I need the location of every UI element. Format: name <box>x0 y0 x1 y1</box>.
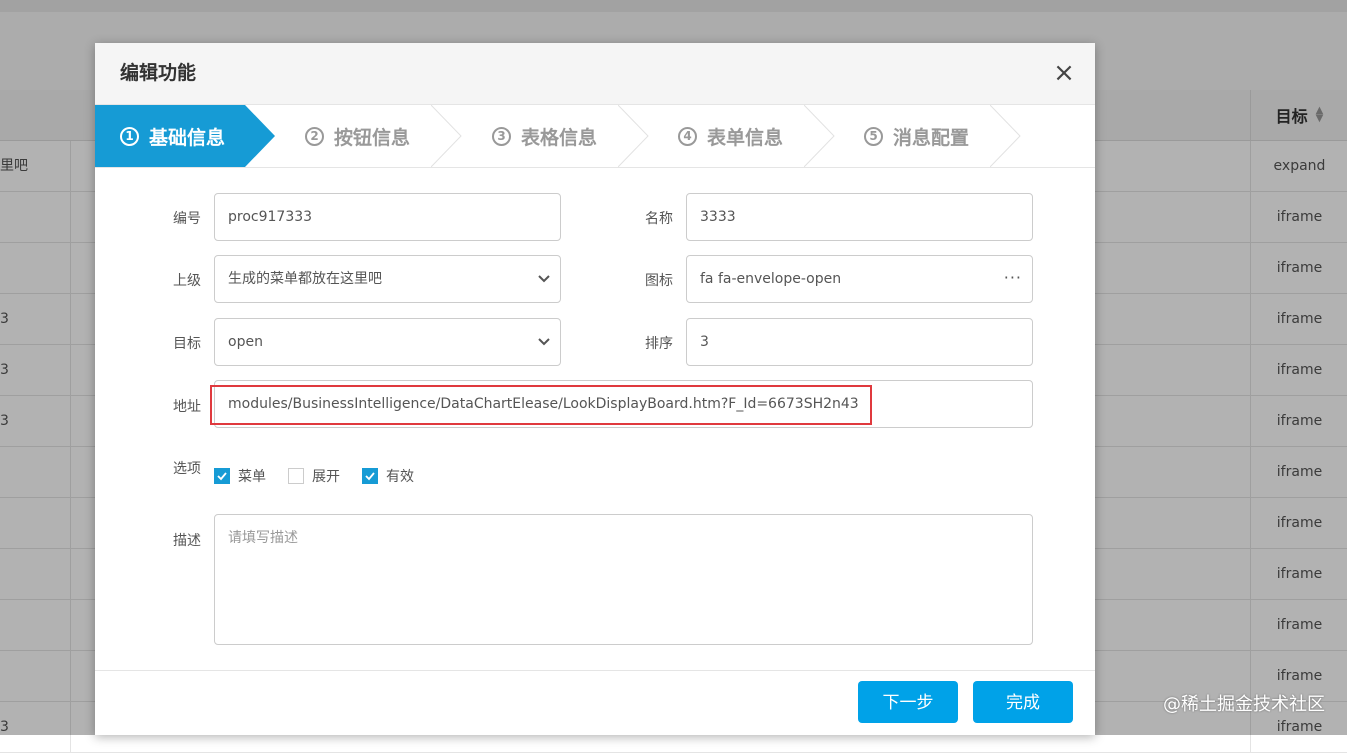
checkbox-label: 有效 <box>386 469 414 485</box>
chevron-down-icon <box>538 275 550 283</box>
parent-label: 上级 <box>173 273 201 289</box>
chevron-divider-icon <box>618 105 649 167</box>
step-label: 表单信息 <box>707 126 784 149</box>
expand-checkbox[interactable]: 展开 <box>288 466 340 486</box>
step-label: 基础信息 <box>149 126 226 149</box>
step-button-info[interactable]: 2 按钮信息 <box>305 105 410 167</box>
step-number-icon: 2 <box>305 126 324 146</box>
close-icon[interactable]: × <box>1050 59 1078 87</box>
step-number-icon: 5 <box>864 126 883 146</box>
name-label: 名称 <box>645 211 673 227</box>
step-number-icon: 1 <box>120 126 139 146</box>
step-label: 按钮信息 <box>334 126 411 149</box>
step-wizard: 1 基础信息 2 按钮信息 3 表格信息 4 表单信息 5 消息配置 <box>95 105 1095 168</box>
more-icon[interactable]: ··· <box>1004 256 1022 300</box>
checkbox-unchecked-icon[interactable] <box>288 468 304 484</box>
icon-input-value: fa fa-envelope-open <box>700 271 842 287</box>
watermark: @稀土掘金技术社区 <box>1163 694 1325 715</box>
checkbox-label: 菜单 <box>238 469 266 485</box>
checkbox-checked-icon[interactable] <box>214 468 230 484</box>
step-number-icon: 3 <box>492 126 511 146</box>
finish-button[interactable]: 完成 <box>973 681 1073 723</box>
name-input[interactable]: 3333 <box>686 193 1033 241</box>
menu-checkbox[interactable]: 菜单 <box>214 466 266 486</box>
code-input[interactable]: proc917333 <box>214 193 561 241</box>
valid-checkbox[interactable]: 有效 <box>362 466 414 486</box>
chevron-divider-icon <box>431 105 462 167</box>
chevron-divider-icon <box>990 105 1021 167</box>
step-form-info[interactable]: 4 表单信息 <box>678 105 783 167</box>
description-label: 描述 <box>173 533 201 549</box>
sort-label: 排序 <box>645 336 673 352</box>
chevron-divider-icon <box>804 105 835 167</box>
icon-label: 图标 <box>645 273 673 289</box>
step-number-icon: 4 <box>678 126 697 146</box>
parent-select[interactable]: 生成的菜单都放在这里吧 <box>214 255 561 303</box>
icon-input[interactable]: fa fa-envelope-open ··· <box>686 255 1033 303</box>
chevron-down-icon <box>538 338 550 346</box>
edit-function-dialog: 编辑功能 × 1 基础信息 2 按钮信息 3 表格信息 4 表单信息 5 消息配… <box>95 43 1095 735</box>
dialog-title: 编辑功能 <box>120 62 197 84</box>
target-select-value: open <box>228 334 263 350</box>
checkbox-checked-icon[interactable] <box>362 468 378 484</box>
step-message-config[interactable]: 5 消息配置 <box>864 105 969 167</box>
dialog-header: 编辑功能 × <box>95 43 1095 105</box>
parent-select-value: 生成的菜单都放在这里吧 <box>228 271 382 287</box>
step-label: 消息配置 <box>893 126 970 149</box>
options-label: 选项 <box>173 461 201 477</box>
code-label: 编号 <box>173 211 201 227</box>
next-step-button[interactable]: 下一步 <box>858 681 958 723</box>
step-label: 表格信息 <box>521 126 598 149</box>
url-label: 地址 <box>173 399 201 415</box>
sort-input[interactable]: 3 <box>686 318 1033 366</box>
checkbox-label: 展开 <box>312 469 340 485</box>
dialog-footer: 下一步 完成 <box>95 670 1095 735</box>
step-basic-info[interactable]: 1 基础信息 <box>120 105 226 167</box>
description-textarea[interactable] <box>214 514 1033 645</box>
highlight-box <box>210 385 872 425</box>
target-select[interactable]: open <box>214 318 561 366</box>
target-label: 目标 <box>173 336 201 352</box>
step-table-info[interactable]: 3 表格信息 <box>492 105 597 167</box>
